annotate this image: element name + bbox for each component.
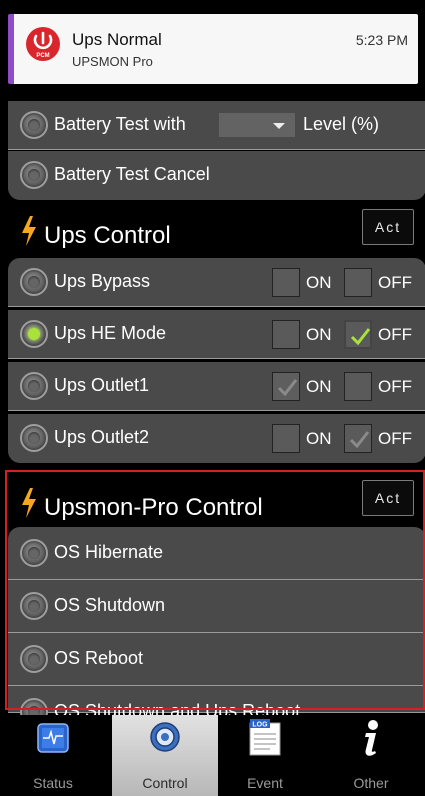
upsmon-control-row[interactable]: OS Shutdown and Ups Reboot [8, 686, 425, 726]
ups-control-title: Ups Control [44, 222, 171, 249]
nav-control-label: Control [142, 775, 188, 791]
ups-control-radio[interactable] [20, 372, 48, 400]
on-checkbox-label: ON [306, 429, 332, 448]
notification-time: 5:23 PM [355, 32, 408, 48]
upsmon-control-radio[interactable] [20, 539, 48, 567]
ups-control-label: Ups Outlet2 [54, 427, 150, 447]
nav-other-label: Other [353, 775, 389, 791]
bottom-navigation: Status Control LOG Event Other [0, 715, 425, 796]
battery-test-cancel-label: Battery Test Cancel [54, 164, 210, 184]
nav-status[interactable]: Status [0, 715, 106, 796]
lightning-bolt-icon [22, 216, 36, 246]
chevron-down-icon [273, 123, 285, 129]
nav-event[interactable]: LOG Event [212, 715, 318, 796]
nav-status-label: Status [33, 775, 73, 791]
nav-other[interactable]: Other [318, 715, 424, 796]
on-checkbox[interactable] [272, 268, 300, 297]
upsmon-control-radio[interactable] [20, 592, 48, 620]
off-checkbox-label: OFF [378, 273, 412, 292]
ups-control-act-button[interactable]: Act [362, 209, 414, 245]
ups-control-label: Ups HE Mode [54, 323, 167, 343]
ups-control-radio[interactable] [20, 268, 48, 296]
off-checkbox-label: OFF [378, 429, 412, 448]
on-checkbox[interactable] [272, 320, 300, 349]
off-checkbox[interactable] [344, 320, 372, 349]
off-checkbox[interactable] [344, 424, 372, 453]
ups-control-radio[interactable] [20, 320, 48, 348]
status-icon [37, 723, 69, 753]
upsmon-control-header: Upsmon-Pro Control Act [0, 474, 425, 522]
upsmon-control-act-button[interactable]: Act [362, 480, 414, 516]
notification-card[interactable]: PCM Ups Normal UPSMON Pro 5:23 PM [8, 14, 418, 84]
off-checkbox[interactable] [344, 372, 372, 401]
battery-test-with-label: Battery Test with [54, 114, 186, 134]
ups-control-row[interactable]: Ups Outlet2 ON OFF [8, 414, 425, 463]
on-checkbox-label: ON [306, 325, 332, 344]
nav-event-label: Event [247, 775, 283, 791]
upsmon-control-label: OS Shutdown [54, 595, 166, 615]
ups-control-row[interactable]: Ups Outlet1 ON OFF [8, 362, 425, 411]
battery-level-dropdown[interactable] [219, 113, 295, 137]
battery-test-radio[interactable] [20, 111, 48, 139]
info-icon [365, 720, 378, 756]
log-icon-text: LOG [252, 722, 268, 729]
upsmon-control-row[interactable]: OS Shutdown [8, 580, 425, 633]
battery-test-cancel-row[interactable]: Battery Test Cancel [8, 151, 425, 200]
upsmon-control-radio[interactable] [20, 645, 48, 673]
app-icon-text: PCM [36, 53, 49, 59]
on-checkbox[interactable] [272, 372, 300, 401]
ups-control-radio[interactable] [20, 424, 48, 452]
log-icon: LOG [249, 719, 281, 756]
upsmon-control-title: Upsmon-Pro Control [44, 494, 263, 521]
off-checkbox[interactable] [344, 268, 372, 297]
upsmon-control-label: OS Reboot [54, 648, 144, 668]
on-checkbox[interactable] [272, 424, 300, 453]
notification-title: Ups Normal [72, 30, 162, 49]
upsmon-app-icon: PCM [26, 27, 60, 61]
battery-cancel-radio[interactable] [20, 161, 48, 189]
ups-control-row[interactable]: Ups Bypass ON OFF [8, 258, 425, 307]
nav-control[interactable]: Control [112, 715, 218, 796]
notification-subtitle: UPSMON Pro [72, 54, 153, 69]
upsmon-control-label: OS Hibernate [54, 542, 164, 562]
ups-control-label: Ups Outlet1 [54, 375, 150, 395]
gear-icon [150, 722, 180, 752]
upsmon-control-row[interactable]: OS Hibernate [8, 527, 425, 580]
lightning-bolt-icon [22, 488, 36, 518]
battery-level-unit-label: Level (%) [303, 114, 380, 134]
off-checkbox-label: OFF [378, 325, 412, 344]
ups-control-row[interactable]: Ups HE Mode ON OFF [8, 310, 425, 359]
on-checkbox-label: ON [306, 377, 332, 396]
ups-control-label: Ups Bypass [54, 271, 151, 291]
on-checkbox-label: ON [306, 273, 332, 292]
ups-control-header: Ups Control Act [0, 206, 425, 254]
battery-test-with-row[interactable]: Battery Test with Level (%) [8, 101, 425, 150]
upsmon-control-row[interactable]: OS Reboot [8, 633, 425, 686]
off-checkbox-label: OFF [378, 377, 412, 396]
